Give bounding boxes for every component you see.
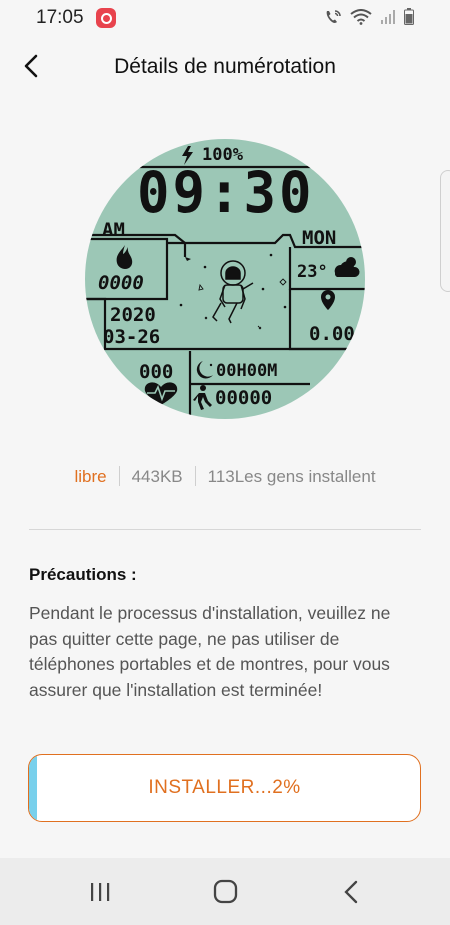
watch-temperature: 23°	[297, 262, 328, 282]
price-label: libre	[74, 467, 107, 486]
recents-button[interactable]	[80, 875, 120, 909]
flame-icon	[116, 245, 133, 269]
section-divider	[29, 529, 421, 530]
edge-panel-handle[interactable]	[440, 170, 450, 292]
back-icon	[344, 880, 358, 904]
recents-icon	[91, 883, 110, 901]
astronaut-illustration	[212, 260, 254, 324]
precautions-title: Précautions :	[29, 565, 137, 584]
location-pin-icon	[321, 290, 335, 310]
watch-date-month-day: 03-26	[103, 326, 161, 348]
signal-icon	[381, 9, 395, 24]
installs-label: 113Les gens installent	[207, 467, 376, 486]
status-time: 17:05	[36, 7, 84, 28]
watch-heart-rate: 000	[139, 361, 174, 383]
walking-icon	[193, 385, 212, 410]
precautions-text: Pendant le processus d'installation, veu…	[29, 603, 391, 700]
install-button[interactable]: INSTALLER...2%	[28, 754, 421, 822]
size-label: 443KB	[131, 467, 183, 486]
app-header: Détails de numérotation	[0, 36, 450, 100]
page-title: Détails de numérotation	[114, 55, 336, 78]
moon-icon	[196, 361, 213, 379]
install-label: INSTALLER...2%	[148, 777, 301, 798]
app-info-row: libre 443KB 113Les gens installent	[0, 466, 450, 487]
notification-app-icon	[96, 8, 116, 28]
home-button[interactable]	[205, 875, 245, 909]
status-bar: 17:05	[0, 0, 450, 36]
watch-distance: 0.00	[309, 323, 355, 345]
watch-day: MON	[302, 227, 337, 249]
navigation-bar	[0, 858, 450, 925]
wifi-icon	[350, 8, 372, 25]
watch-calories: 0000	[98, 272, 144, 294]
wifi-calling-icon	[326, 9, 341, 23]
battery-icon	[404, 8, 414, 25]
partly-cloudy-icon	[334, 257, 360, 277]
watch-sleep: 00H00M	[216, 361, 278, 381]
space-decorations	[179, 253, 287, 330]
watch-date-year: 2020	[110, 304, 156, 326]
watch-face-preview: 100% 09:30 AM MON 0000 23° 2020 03-26 0.…	[85, 139, 365, 419]
watch-steps: 00000	[215, 387, 273, 409]
system-back-button[interactable]	[332, 875, 372, 909]
watch-time: 09:30	[137, 159, 315, 226]
watch-ampm: AM	[102, 219, 125, 241]
home-icon	[213, 879, 238, 904]
status-icons	[324, 8, 414, 25]
